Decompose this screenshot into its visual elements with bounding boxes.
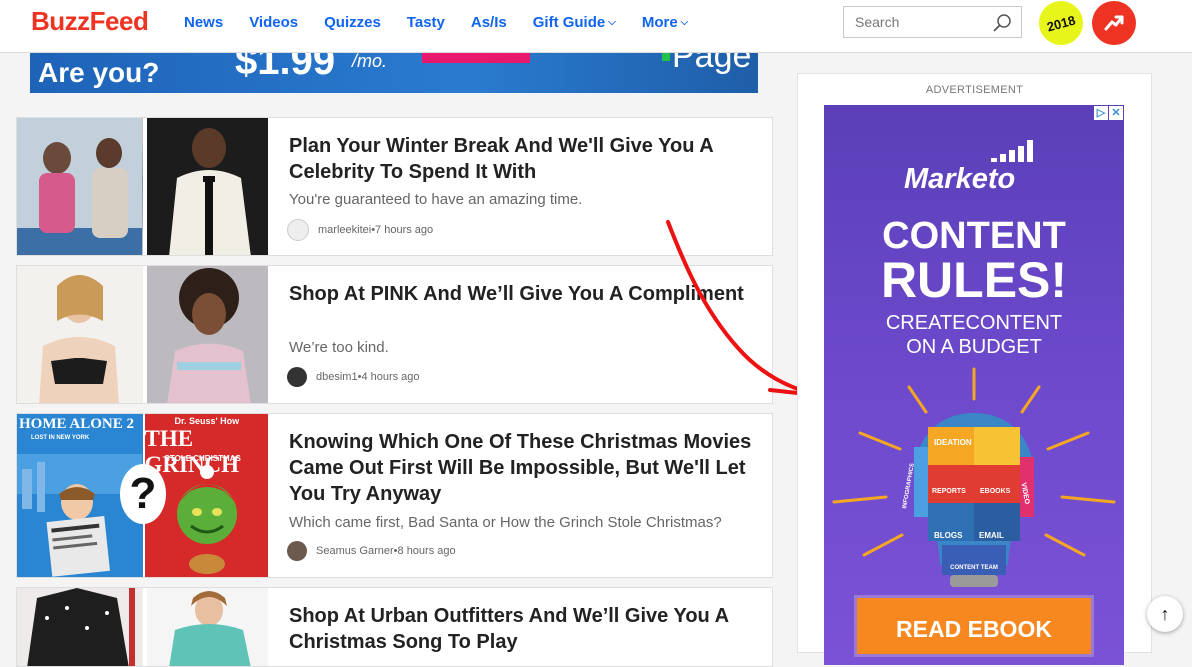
bulb-label: EBOOKS bbox=[980, 488, 1011, 495]
ad-price: $1.99 bbox=[235, 53, 336, 83]
scroll-to-top-button[interactable]: ↑ bbox=[1147, 596, 1183, 632]
top-ad-banner[interactable]: Are you? $1.99 /mo. Page bbox=[30, 53, 758, 93]
lightbulb-illustration bbox=[832, 367, 1116, 587]
search-input[interactable] bbox=[853, 13, 997, 31]
timestamp: 8 hours ago bbox=[397, 545, 456, 557]
article-description: You're guaranteed to have an amazing tim… bbox=[289, 191, 583, 208]
article-card[interactable]: HOME ALONE 2 LOST IN NEW YORK Dr. Seuss'… bbox=[16, 413, 773, 578]
search-icon[interactable] bbox=[992, 13, 1012, 38]
byline: marleekitei • 7 hours ago bbox=[287, 219, 433, 241]
arrow-up-icon: ↑ bbox=[1160, 603, 1170, 624]
article-title[interactable]: Knowing Which One Of These Christmas Mov… bbox=[289, 429, 759, 507]
article-card[interactable]: Shop At Urban Outfitters And We’ll Give … bbox=[16, 587, 773, 667]
ad-price-period: /mo. bbox=[352, 53, 388, 71]
urban-outfitters-photo-left bbox=[17, 588, 142, 666]
nav-tasty[interactable]: Tasty bbox=[407, 14, 445, 31]
chevron-down-icon: ⌵ bbox=[680, 17, 689, 28]
nav-videos[interactable]: Videos bbox=[249, 14, 298, 31]
article-description: We’re too kind. bbox=[289, 339, 389, 356]
article-thumbnail[interactable] bbox=[17, 266, 268, 403]
nav-news[interactable]: News bbox=[184, 14, 223, 31]
buzzfeed-logo[interactable]: BuzzFeed bbox=[31, 6, 149, 37]
nav-gift-guide[interactable]: Gift Guide ⌵ bbox=[533, 14, 616, 31]
nav-label: More bbox=[641, 14, 678, 31]
ad-question: Are you? bbox=[38, 57, 160, 88]
question-mark: ? bbox=[120, 464, 166, 524]
thumb-right bbox=[142, 266, 268, 403]
nav-label: News bbox=[184, 14, 224, 31]
search-box bbox=[843, 6, 1022, 38]
nav-quizzes[interactable]: Quizzes bbox=[324, 14, 381, 31]
marketo-logo: Marketo bbox=[904, 163, 1016, 195]
avatar[interactable] bbox=[287, 367, 307, 387]
ad-choices[interactable]: ▷ ✕ bbox=[1094, 106, 1123, 120]
urban-outfitters-photo-right bbox=[146, 588, 268, 666]
nav-label: Quizzes bbox=[324, 14, 381, 31]
ad-headline-2: RULES! bbox=[880, 252, 1068, 308]
celebrity-photo-left bbox=[17, 118, 142, 255]
article-thumbnail[interactable]: HOME ALONE 2 LOST IN NEW YORK Dr. Seuss'… bbox=[17, 414, 268, 577]
nav-label: Videos bbox=[249, 14, 299, 31]
timestamp: 7 hours ago bbox=[375, 224, 434, 236]
nav-label: Gift Guide bbox=[532, 14, 606, 31]
ad-subhead-2: ON A BUDGET bbox=[906, 336, 1042, 358]
bulb-label: EMAIL bbox=[979, 531, 1004, 540]
marketo-ad[interactable]: ▷ ✕ Marketo CONTENT RULES! CREATECONTENT… bbox=[824, 105, 1124, 665]
nav-asis[interactable]: As/Is bbox=[471, 14, 507, 31]
marketo-bars-icon bbox=[991, 140, 1033, 162]
avatar[interactable] bbox=[287, 219, 309, 241]
bulb-label: IDEATION bbox=[934, 438, 972, 447]
author-name[interactable]: dbesim1 bbox=[316, 371, 358, 383]
nav-label: Tasty bbox=[406, 14, 445, 31]
thumb-left bbox=[17, 118, 143, 255]
ad-cta-button[interactable] bbox=[422, 53, 530, 63]
close-icon[interactable]: ✕ bbox=[1109, 106, 1123, 120]
main-nav: News Videos Quizzes Tasty As/Is Gift Gui… bbox=[184, 14, 714, 31]
article-title[interactable]: Plan Your Winter Break And We'll Give Yo… bbox=[289, 133, 759, 185]
trending-button[interactable] bbox=[1092, 1, 1136, 45]
sidebar-ad-container: ADVERTISEMENT ▷ ✕ Marketo CONTENT RULES!… bbox=[797, 73, 1152, 665]
bulb-label: REPORTS bbox=[932, 488, 966, 495]
advertisement-label: ADVERTISEMENT bbox=[925, 84, 1024, 96]
ad-subhead-1: CREATECONTENT bbox=[885, 312, 1063, 334]
timestamp: 4 hours ago bbox=[361, 371, 420, 383]
celebrity-photo-right bbox=[146, 118, 268, 255]
ad-brand-mark-icon bbox=[662, 53, 670, 61]
trending-arrow-icon bbox=[1104, 15, 1124, 31]
avatar[interactable] bbox=[287, 541, 307, 561]
byline: Seamus Garner • 8 hours ago bbox=[287, 541, 456, 561]
article-thumbnail[interactable] bbox=[17, 118, 268, 255]
author-name[interactable]: marleekitei bbox=[318, 224, 371, 236]
model-photo-left bbox=[17, 266, 142, 403]
adchoices-icon[interactable]: ▷ bbox=[1094, 106, 1108, 120]
nav-more[interactable]: More ⌵ bbox=[642, 14, 688, 31]
nav-label: As/Is bbox=[470, 14, 507, 31]
celebrity-photo-right bbox=[146, 266, 268, 403]
bulb-label: CONTENT TEAM bbox=[950, 565, 998, 571]
thumb-left bbox=[17, 266, 143, 403]
thumb-right bbox=[142, 118, 268, 255]
ad-brand: Page bbox=[672, 53, 752, 75]
article-title[interactable]: Shop At Urban Outfitters And We’ll Give … bbox=[289, 603, 759, 655]
byline: dbesim1 • 4 hours ago bbox=[287, 367, 420, 387]
author-name[interactable]: Seamus Garner bbox=[316, 545, 394, 557]
thumb-right bbox=[142, 588, 268, 666]
bulb-label: BLOGS bbox=[934, 531, 963, 540]
article-thumbnail[interactable] bbox=[17, 588, 268, 666]
site-header: BuzzFeed News Videos Quizzes Tasty As/Is… bbox=[0, 0, 1192, 53]
chevron-down-icon: ⌵ bbox=[608, 17, 616, 28]
article-description: Which came first, Bad Santa or How the G… bbox=[289, 514, 722, 531]
thumb-left bbox=[17, 588, 143, 666]
year-badge[interactable]: 2018 bbox=[1034, 0, 1088, 50]
